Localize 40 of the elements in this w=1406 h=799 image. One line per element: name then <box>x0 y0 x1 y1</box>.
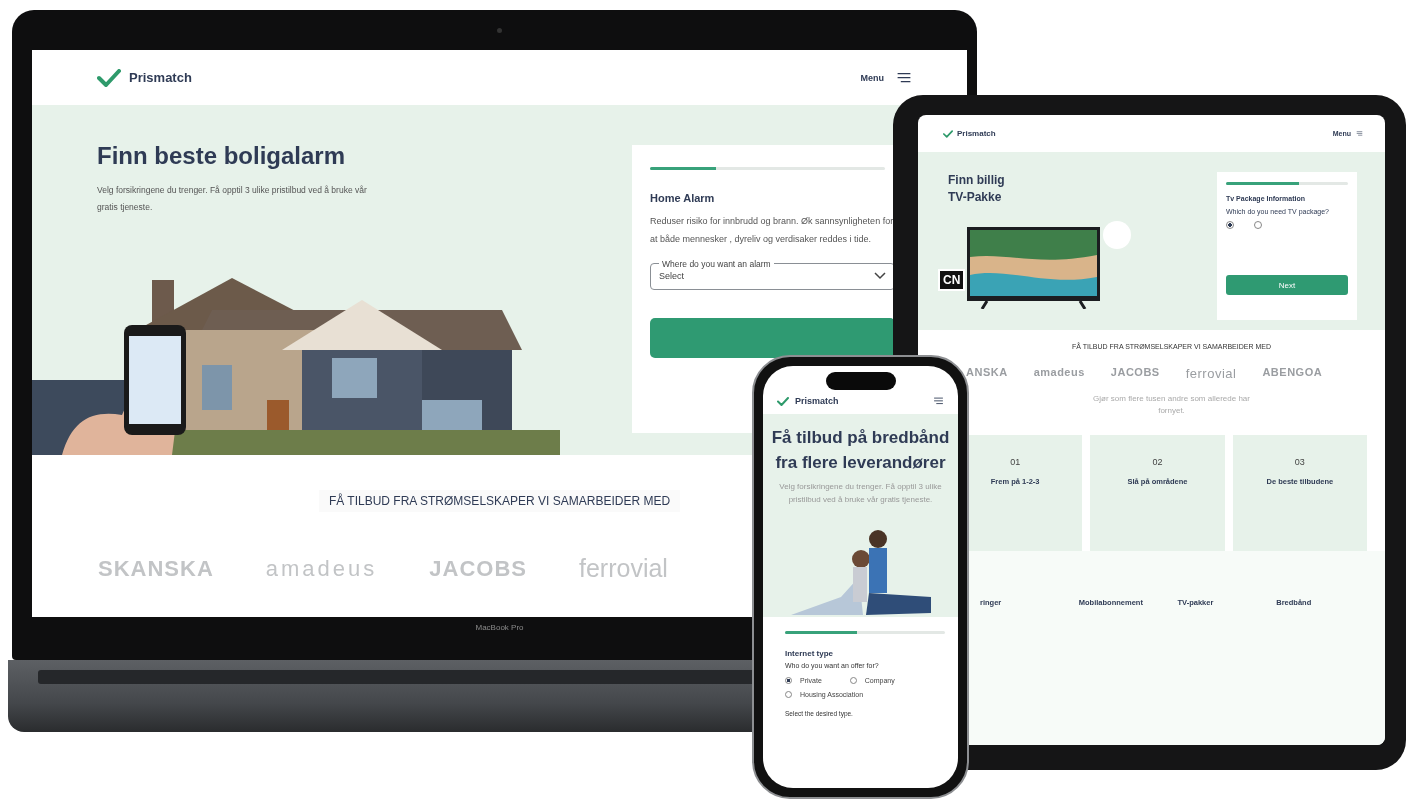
logo-text: Prismatch <box>129 70 192 85</box>
partners-heading: FÅ TILBUD FRA STRØMSELSKAPER VI SAMARBEIDER MED <box>318 490 681 512</box>
logo-text: Prismatch <box>795 396 839 406</box>
tagline: Gjør som flere tusen andre som allerede har fornyet. <box>1092 393 1251 417</box>
hero-title: Finn billig TV-Pakke <box>948 172 1006 207</box>
step-number: 02 <box>1152 457 1163 467</box>
checkmark-icon <box>97 68 121 87</box>
partner-logo: ABENGOA <box>1262 366 1323 380</box>
camera-notch <box>825 372 896 390</box>
hero-subtitle: Velg forsikringene du trenger. Få opptil 3 ulike pristilbud ved å bruke vår gratis tjeneste. <box>97 184 368 214</box>
hero-title: Finn beste boligalarm <box>97 142 347 170</box>
partner-logo: SKANSKA <box>98 555 214 582</box>
next-button[interactable]: Next <box>1226 275 1348 295</box>
channel-logo: CN <box>938 268 966 291</box>
partner-logo: ANSKA <box>966 366 1008 380</box>
partner-logo: amadeus <box>1033 366 1085 380</box>
radio-button[interactable] <box>1254 221 1262 229</box>
step-number: 03 <box>1294 457 1305 467</box>
camera-icon <box>497 28 502 33</box>
form-title: Internet type <box>785 648 834 658</box>
partner-logo: ferrovial <box>1185 366 1237 381</box>
partner-logo: JACOBS <box>1110 366 1160 380</box>
checkmark-icon <box>777 396 789 406</box>
chevron-down-icon <box>874 271 886 280</box>
sticker-badge <box>1103 220 1132 249</box>
partner-logo: ferrovial <box>579 554 668 583</box>
menu-icon[interactable] <box>896 71 912 84</box>
brand-label: MacBook Pro <box>475 623 524 632</box>
menu-icon[interactable] <box>933 397 944 405</box>
form-description: Reduser risiko for innbrudd og brann. Øk sannsynligheten for at både mennesker , dyreliv og verdisaker reddes i tide. <box>650 215 895 247</box>
partner-logo: JACOBS <box>429 555 527 582</box>
logo-text: Prismatch <box>957 129 996 138</box>
step-number: 01 <box>1010 457 1021 467</box>
hero-subtitle: Velg forsikringene du trenger. Få opptil 3 ulike pristilbud ved å bruke vår gratis tjeneste. <box>778 481 943 507</box>
menu-label[interactable]: Menu <box>860 72 884 83</box>
submit-button[interactable] <box>650 317 895 358</box>
checkmark-icon <box>943 129 953 138</box>
radio-button[interactable] <box>1226 221 1234 229</box>
partner-logo: amadeus <box>265 555 378 582</box>
hero-title: Få tilbud på bredbånd fra flere leverandører <box>770 427 951 474</box>
